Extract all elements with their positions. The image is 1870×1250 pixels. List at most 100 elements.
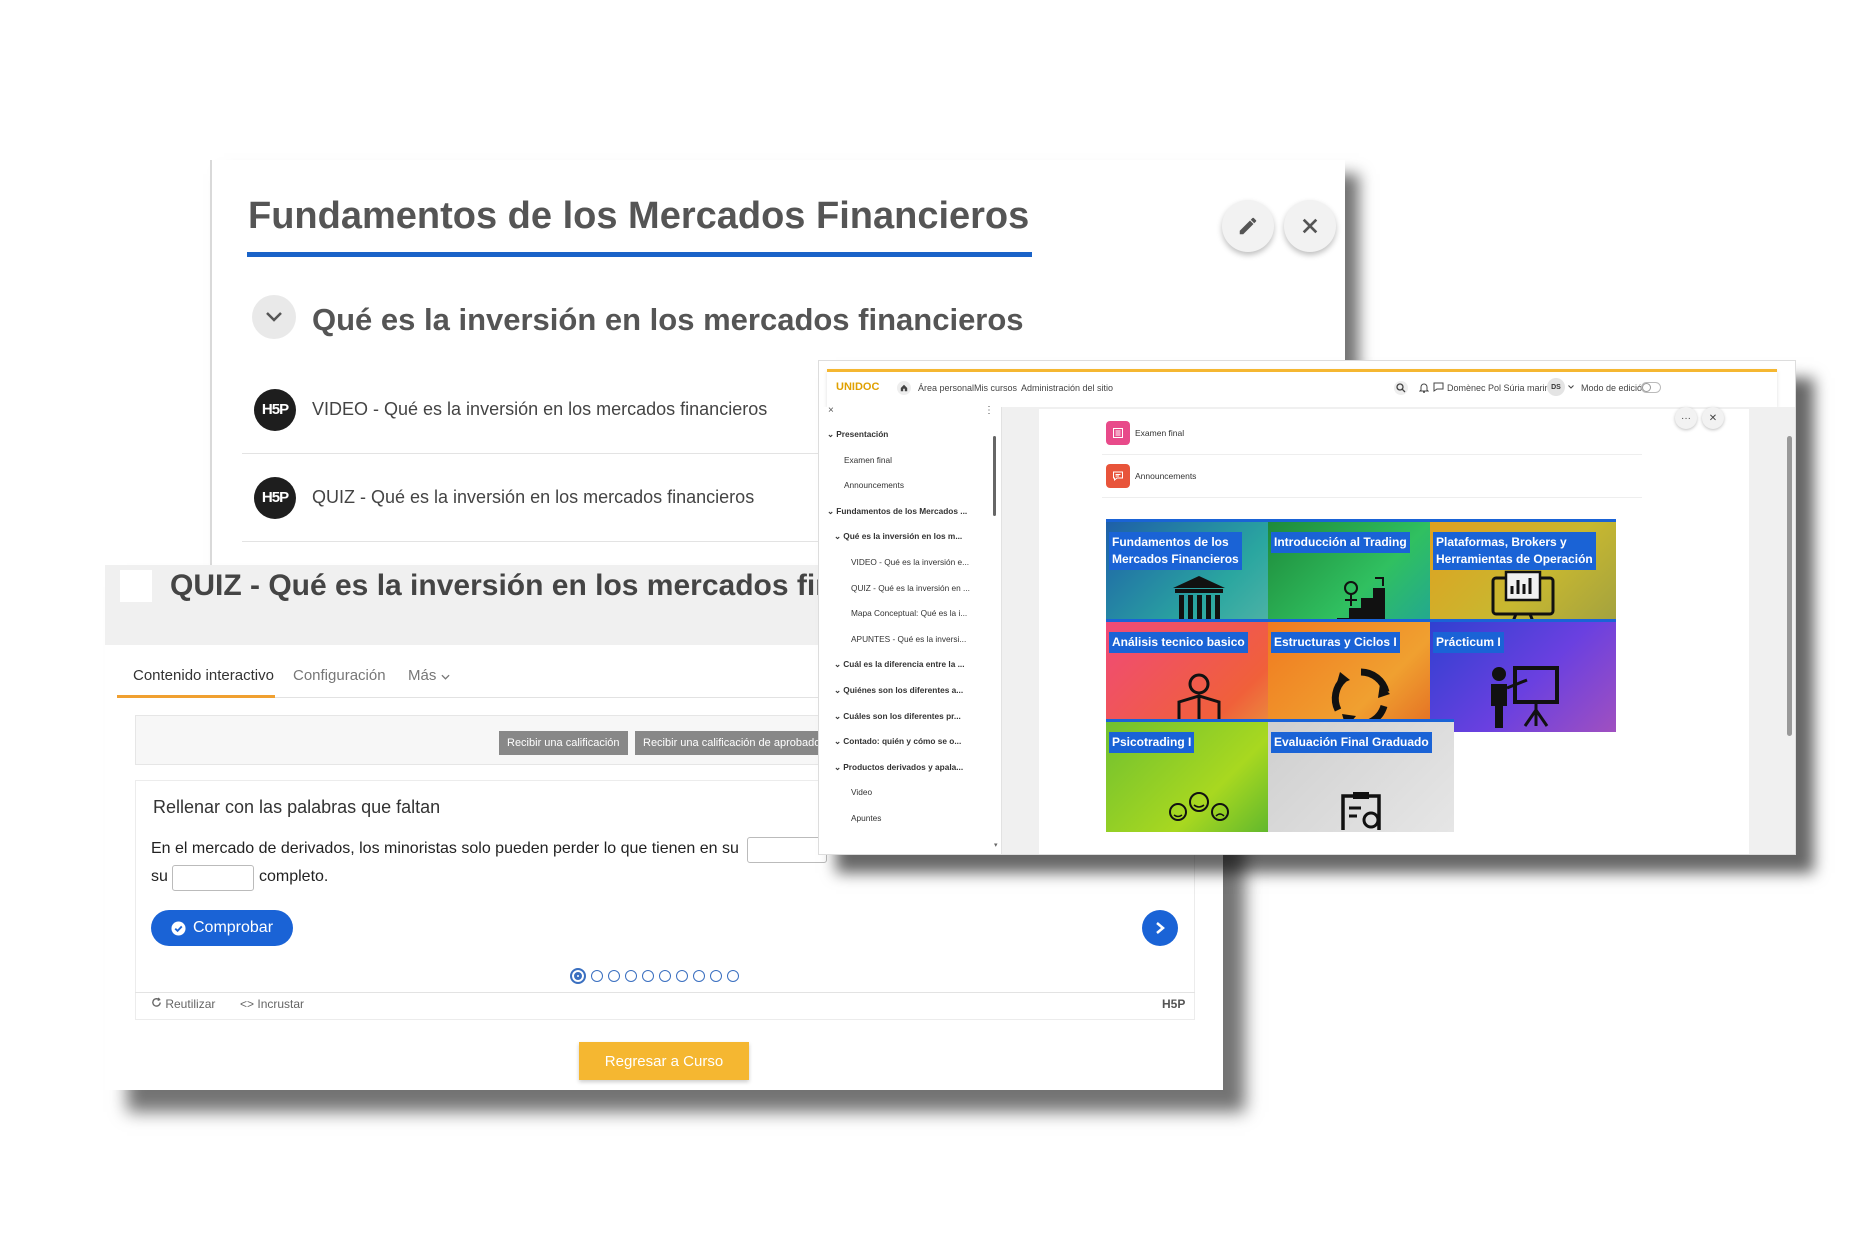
user-name[interactable]: Domènec Pol Súria marin [1447,383,1550,393]
section-collapse-toggle[interactable] [252,295,296,339]
home-icon [900,384,908,392]
h5p-logo-icon: H5P [1162,997,1186,1011]
sidebar-item[interactable]: ⌄ Presentación [827,429,888,439]
sidebar-item[interactable]: APUNTES - Qué es la inversi... [851,634,966,644]
course-tile[interactable]: Plataformas, Brokers y Herramientas de Op… [1430,519,1616,632]
close-index-icon[interactable]: × [828,405,834,416]
sidebar-item[interactable]: Announcements [844,480,904,490]
course-tile[interactable]: Psicotrading I [1106,719,1292,832]
pencil-icon [1239,217,1257,235]
sidebar-item[interactable]: Apuntes [851,813,881,823]
avatar[interactable]: DS [1547,378,1565,396]
sidebar-item-label: VIDEO - Qué es la inversión e... [851,557,970,567]
home-button[interactable] [897,381,911,395]
nav-my-courses[interactable]: Mis cursos [974,383,1017,393]
chevron-down-icon: ⌄ [834,736,844,747]
sidebar-item[interactable]: ⌄ Productos derivados y apala... [834,762,963,772]
tile-label-line: Estructuras y Ciclos I [1274,635,1397,649]
progress-dot[interactable] [570,968,586,984]
progress-dot[interactable] [625,970,637,982]
sidebar-item[interactable]: ⌄ Qué es la inversión en los m... [834,531,962,541]
blank-input-1[interactable] [747,837,827,863]
search-button[interactable] [1394,381,1408,395]
tab-settings[interactable]: Configuración [293,667,386,684]
activity-link-quiz[interactable]: QUIZ - Qué es la inversión en los mercad… [312,487,754,508]
activity-link-video[interactable]: VIDEO - Qué es la inversión en los merca… [312,399,767,420]
course-tile-label: Análisis tecnico basico [1109,632,1248,653]
progress-dot[interactable] [693,970,705,982]
progress-dot[interactable] [642,970,654,982]
progress-dot[interactable] [608,970,620,982]
nav-site-admin[interactable]: Administración del sitio [1021,383,1113,393]
kebab-menu-icon[interactable]: ⋮ [984,405,994,416]
question-text-completo: completo. [259,868,329,885]
tile-label-line: Herramientas de Operación [1436,552,1593,566]
activity-link[interactable]: Examen final [1135,428,1184,438]
embed-button[interactable]: <> Incrustar [240,997,304,1011]
progress-dot[interactable] [591,970,603,982]
ellipsis-icon: ··· [1681,412,1691,424]
sidebar-item-label: Quiénes son los diferentes a... [843,685,964,695]
sidebar-item[interactable]: ⌄ Fundamentos de los Mercados ... [827,506,967,516]
course-tile[interactable]: Prácticum I [1430,619,1616,732]
sidebar-item[interactable]: Mapa Conceptual: Qué es la i... [851,608,967,618]
chevron-down-icon[interactable] [1568,385,1574,389]
active-tab-indicator [117,695,275,698]
bell-icon[interactable] [1419,382,1429,393]
sidebar-item[interactable]: VIDEO - Qué es la inversión e... [851,557,969,567]
sidebar-item[interactable]: QUIZ - Qué es la inversión en ... [851,583,970,593]
progress-dot[interactable] [676,970,688,982]
sidebar-item[interactable]: ⌄ Contado: quién y cómo se o... [834,736,961,746]
question-text: En el mercado de derivados, los minorist… [151,840,739,857]
activity-link[interactable]: Announcements [1135,471,1196,481]
code-icon: <> [240,997,255,1011]
course-tile[interactable]: Introducción al Trading [1268,519,1454,632]
close-icon: ✕ [1708,412,1718,424]
sidebar-item[interactable]: ⌄ Cuál es la diferencia entre la ... [834,659,965,669]
main-scrollbar[interactable] [1787,436,1792,736]
sidebar-item[interactable]: Examen final [844,455,892,465]
course-tile-label: Plataformas, Brokers y Herramientas de Op… [1433,532,1596,570]
sidebar-item-label: APUNTES - Qué es la inversi... [851,633,967,644]
sidebar-item[interactable]: Video [851,787,872,797]
sidebar-item-label: Examen final [844,454,892,465]
quiz-icon [1106,421,1130,445]
check-button[interactable]: Comprobar [151,910,293,946]
tab-interactive-content[interactable]: Contenido interactivo [133,667,274,684]
blank-input-2[interactable] [172,865,254,891]
edit-mode-toggle[interactable] [1641,382,1661,393]
course-tile[interactable]: Evaluación Final Graduado [1268,719,1454,832]
sidebar-item-label: Cuáles son los diferentes pr... [843,710,961,721]
tile-label-line: Análisis tecnico basico [1112,635,1245,649]
scroll-down-icon[interactable]: ▾ [994,841,998,849]
tile-label-line: Plataformas, Brokers y [1436,535,1567,549]
more-options-button[interactable]: ··· [1675,407,1697,429]
presenter-icon [1491,666,1559,728]
course-tile[interactable]: Estructuras y Ciclos I [1268,619,1454,732]
chat-icon[interactable] [1433,382,1444,392]
reuse-button[interactable]: Reutilizar [151,997,215,1011]
course-tile[interactable]: Fundamentos de los Mercados Financieros [1106,519,1292,632]
get-passing-grade-button[interactable]: Recibir una calificación de aprobado [635,731,829,755]
progress-dot[interactable] [659,970,671,982]
course-tile[interactable]: Análisis tecnico basico [1106,619,1292,732]
site-logo[interactable]: UNIDOC [836,381,879,393]
tab-more[interactable]: Más [408,667,450,684]
nav-personal-area[interactable]: Área personal [918,383,974,393]
close-drawer-button[interactable]: ✕ [1702,407,1724,429]
close-button[interactable] [1284,200,1336,252]
sidebar-item-label: Announcements [844,480,904,491]
course-title: Fundamentos de los Mercados Financieros [248,195,1030,237]
edit-button[interactable] [1222,200,1274,252]
progress-dot[interactable] [710,970,722,982]
sidebar-item-label: Presentación [836,429,889,439]
sidebar-item-label: Mapa Conceptual: Qué es la i... [851,608,968,619]
sidebar-item[interactable]: ⌄ Cuáles son los diferentes pr... [834,711,961,721]
get-grade-button[interactable]: Recibir una calificación [499,731,628,755]
progress-dot[interactable] [727,970,739,982]
sidebar-scrollbar[interactable] [993,436,996,516]
next-slide-button[interactable] [1142,910,1178,946]
back-to-course-button[interactable]: Regresar a Curso [579,1042,749,1080]
sidebar-item[interactable]: ⌄ Quiénes son los diferentes a... [834,685,963,695]
course-tile-label: Psicotrading I [1109,732,1195,753]
